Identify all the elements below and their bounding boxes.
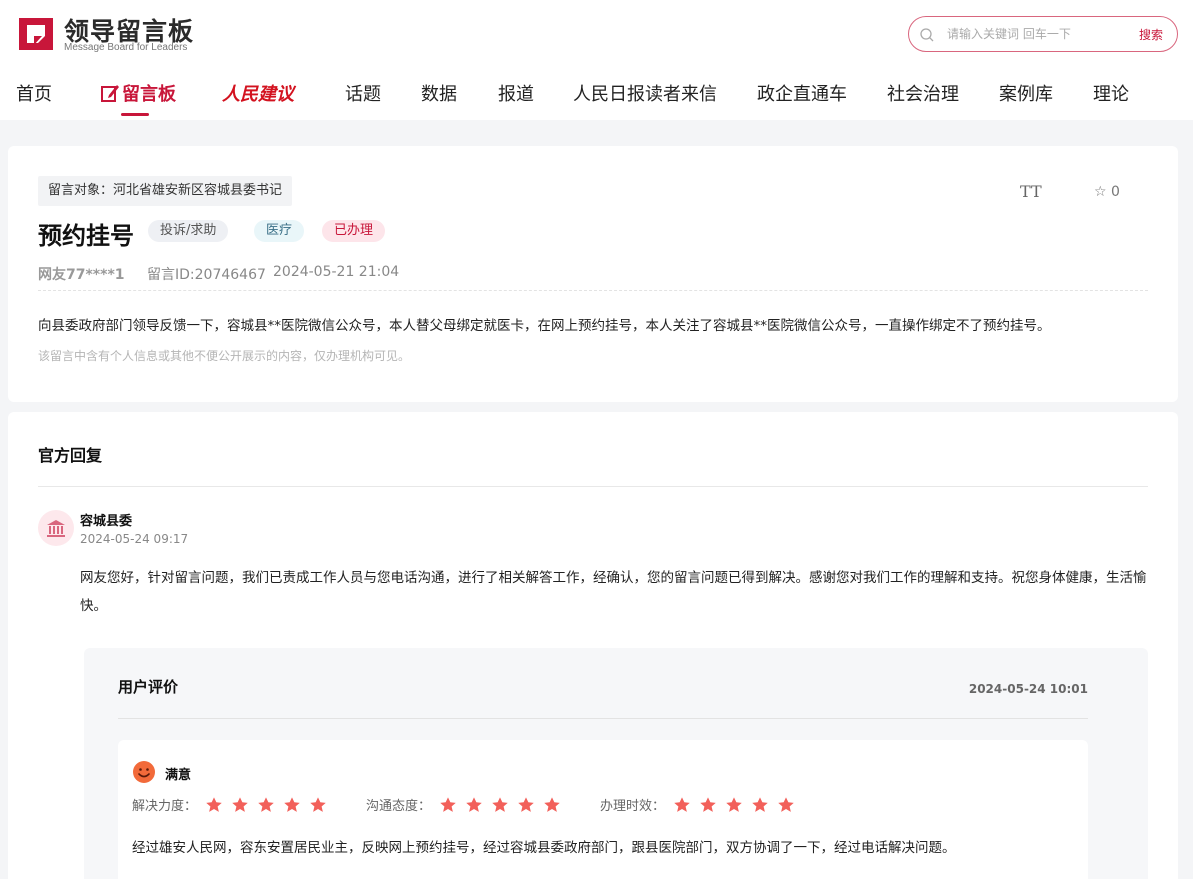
privacy-notice: 该留言中含有个人信息或其他不便公开展示的内容，仅办理机构可见。 xyxy=(38,349,411,363)
star-rating xyxy=(197,794,327,813)
rating-timeliness: 办理时效： xyxy=(600,794,795,814)
star-icon xyxy=(518,796,534,812)
nav-item-reader-letters[interactable]: 人民日报读者来信 xyxy=(573,80,717,106)
star-outline-icon: ☆ xyxy=(1094,184,1107,200)
rating-label: 沟通态度： xyxy=(366,799,432,814)
nav-item-case-library[interactable]: 案例库 xyxy=(999,80,1053,106)
nav-item-social-governance[interactable]: 社会治理 xyxy=(887,80,959,106)
rating-attitude: 沟通态度： xyxy=(366,794,561,814)
star-icon xyxy=(700,796,716,812)
nav-item-message-board[interactable]: 留言板 xyxy=(100,80,176,106)
nav-item-topics[interactable]: 话题 xyxy=(345,80,381,106)
star-icon xyxy=(310,796,326,812)
satisfaction-label: 满意 xyxy=(165,768,192,783)
message-content: 向县委政府部门领导反馈一下，容城县**医院微信公众号，本人替父母绑定就医卡，在网… xyxy=(38,318,1051,334)
tag-category: 投诉/求助 xyxy=(148,220,229,242)
font-size-toggle[interactable]: TT xyxy=(1020,182,1042,201)
rating-resolution: 解决力度： xyxy=(132,794,327,814)
evaluation-detail: 满意 解决力度： 沟通态度： 办理时效： 经过雄安人民网，容东安置居民业主，反映… xyxy=(118,740,1088,879)
favorite-button[interactable]: ☆ 0 xyxy=(1094,184,1120,200)
reply-text: 网友您好，针对留言问题，我们已责成工作人员与您电话沟通，进行了相关解答工作，经确… xyxy=(80,570,1147,614)
star-icon xyxy=(752,796,768,812)
avatar xyxy=(38,510,74,546)
logo-icon xyxy=(19,18,53,50)
user-evaluation: 用户评价 2024-05-24 10:01 满意 解决力度： 沟通态度： 办理时… xyxy=(84,648,1148,879)
nav-item-gov-enterprise[interactable]: 政企直通车 xyxy=(757,80,847,106)
rating-label: 解决力度： xyxy=(132,799,198,814)
divider xyxy=(118,718,1088,719)
message-target: 留言对象：河北省雄安新区容城县委书记 xyxy=(38,176,293,206)
star-icon xyxy=(726,796,742,812)
message-id: 留言ID:20746467 xyxy=(147,267,266,283)
reply-card: 官方回复 容城县委 2024-05-24 09:17 网友您好，针对留言问题，我… xyxy=(8,412,1178,879)
star-icon xyxy=(466,796,482,812)
star-icon xyxy=(440,796,456,812)
message-date: 2024-05-21 21:04 xyxy=(273,264,400,280)
divider xyxy=(38,290,1148,291)
star-icon xyxy=(284,796,300,812)
message-author: 网友77****1 xyxy=(38,267,125,283)
site-logo[interactable]: 领导留言板 Message Board for Leaders xyxy=(16,12,206,56)
nav-item-message-board-label: 留言板 xyxy=(122,84,176,105)
search-icon xyxy=(920,28,934,42)
tag-field: 医疗 xyxy=(254,220,305,242)
rating-label: 办理时效： xyxy=(600,799,666,814)
evaluation-heading: 用户评价 xyxy=(118,678,179,696)
nav-active-indicator xyxy=(121,113,149,116)
smiley-icon xyxy=(133,761,155,783)
star-rating xyxy=(431,794,561,813)
search-button[interactable]: 搜索 xyxy=(1139,26,1163,43)
main-nav: 首页 留言板 人民建议 话题 数据 报道 人民日报读者来信 政企直通车 社会治理… xyxy=(0,72,1193,118)
status-badge: 已办理 xyxy=(322,220,386,242)
nav-item-reports[interactable]: 报道 xyxy=(498,80,534,106)
reply-org-name: 容城县委 xyxy=(80,514,133,529)
star-icon xyxy=(674,796,690,812)
evaluation-time: 2024-05-24 10:01 xyxy=(968,682,1088,696)
search-box: 搜索 xyxy=(908,16,1178,52)
edit-icon xyxy=(101,85,119,102)
nav-item-theory[interactable]: 理论 xyxy=(1093,80,1129,106)
star-icon xyxy=(258,796,274,812)
nav-item-people-suggestions[interactable]: 人民建议 xyxy=(222,80,294,106)
star-rating xyxy=(665,794,795,813)
star-icon xyxy=(778,796,794,812)
nav-item-home[interactable]: 首页 xyxy=(16,80,52,106)
site-header: 领导留言板 Message Board for Leaders 搜索 首页 留言… xyxy=(0,0,1193,120)
divider xyxy=(38,486,1148,487)
nav-item-data[interactable]: 数据 xyxy=(421,80,457,106)
favorite-count: 0 xyxy=(1111,184,1120,200)
logo-subtitle: Message Board for Leaders xyxy=(64,42,188,53)
star-icon xyxy=(206,796,222,812)
reply-time: 2024-05-24 09:17 xyxy=(80,532,189,546)
government-building-icon xyxy=(47,520,65,537)
evaluation-text: 经过雄安人民网，容东安置居民业主，反映网上预约挂号，经过容城县委政府部门，跟县医… xyxy=(132,840,956,856)
message-card: 留言对象：河北省雄安新区容城县委书记 TT ☆ 0 预约挂号 投诉/求助 医疗 … xyxy=(8,146,1178,402)
star-icon xyxy=(544,796,560,812)
message-title: 预约挂号 xyxy=(38,222,134,250)
search-input[interactable] xyxy=(947,24,1127,44)
star-icon xyxy=(232,796,248,812)
official-reply-heading: 官方回复 xyxy=(38,446,103,465)
star-icon xyxy=(492,796,508,812)
